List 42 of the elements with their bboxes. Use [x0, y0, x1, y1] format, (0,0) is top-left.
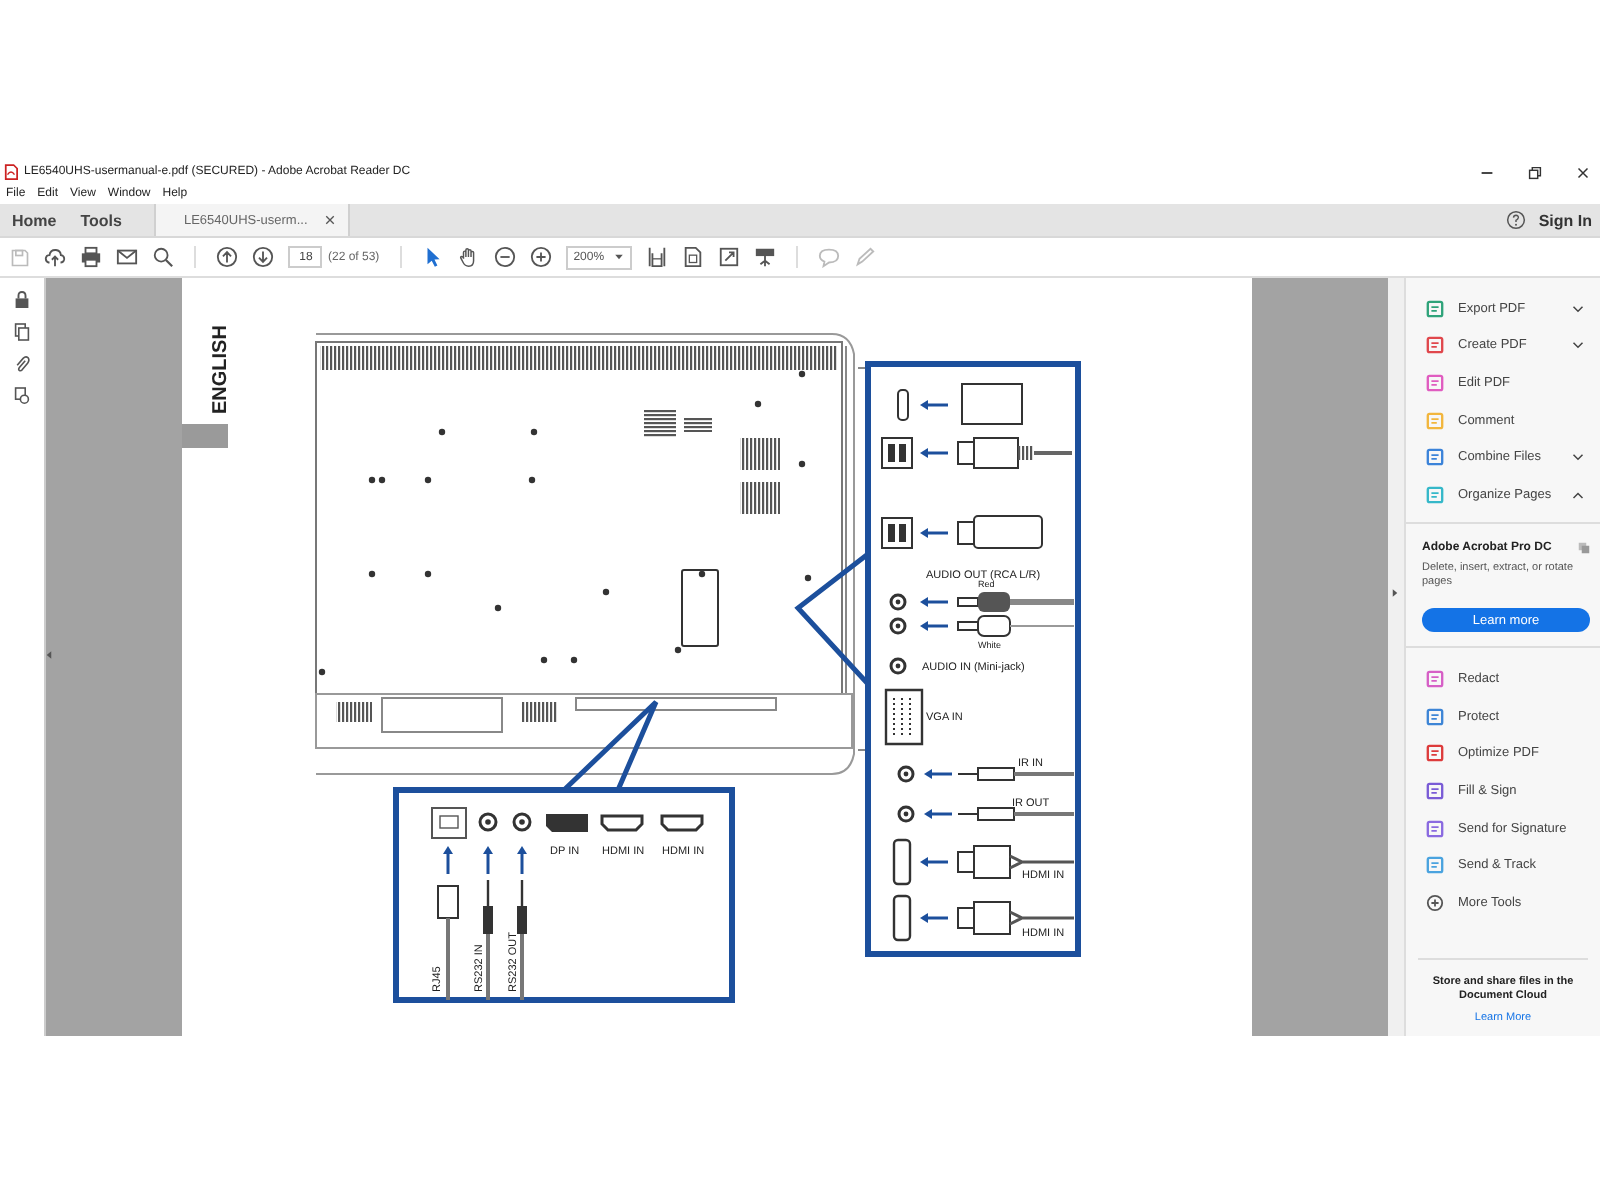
paperclip-icon[interactable]	[14, 354, 30, 374]
cloud-upload-icon[interactable]	[44, 246, 66, 268]
next-page-icon[interactable]	[252, 246, 274, 268]
close-icon[interactable]	[1574, 163, 1592, 181]
collapse-arrow-icon[interactable]	[1392, 588, 1398, 598]
close-icon[interactable]	[323, 214, 336, 226]
tab[interactable]: Tools	[68, 204, 134, 236]
presentation-icon[interactable]	[754, 246, 777, 268]
previous-page-icon[interactable]	[216, 246, 238, 268]
callout-connector	[794, 552, 870, 686]
zoom-out-icon[interactable]	[493, 246, 516, 268]
collapse-arrow-icon[interactable]	[46, 650, 52, 660]
chevron-icon[interactable]	[1572, 489, 1584, 500]
sd-card-connection-drawing	[897, 383, 1023, 425]
hand-icon[interactable]	[457, 246, 480, 268]
layers-icon[interactable]	[14, 386, 30, 406]
hdmi-port-icon	[600, 814, 644, 832]
fit-page-icon[interactable]	[682, 246, 705, 268]
chevron-icon[interactable]	[1572, 340, 1584, 351]
help-icon[interactable]	[1506, 210, 1527, 230]
mail-icon[interactable]	[116, 246, 138, 268]
language-tab-label: ENGLISH	[210, 325, 232, 414]
search-icon[interactable]	[152, 246, 174, 268]
displayport-icon	[546, 814, 588, 832]
restore-icon[interactable]	[1526, 163, 1544, 181]
chevron-icon[interactable]	[1572, 303, 1584, 314]
print-icon[interactable]	[80, 246, 102, 268]
caret-icon	[614, 254, 625, 260]
lock-icon[interactable]	[14, 290, 30, 310]
callout-connector	[562, 699, 659, 792]
copy-icon[interactable]	[1578, 541, 1590, 554]
audio-jack-icon	[889, 657, 907, 675]
vga-port-icon	[884, 688, 924, 746]
pages-icon[interactable]	[14, 322, 30, 342]
hdmi-port-icon	[660, 814, 704, 832]
tab[interactable]: Home	[0, 204, 69, 236]
fit-width-icon[interactable]	[646, 246, 669, 268]
zoom-in-icon[interactable]	[529, 246, 552, 268]
sign-in-link[interactable]: Sign In	[1538, 211, 1592, 229]
full-screen-icon[interactable]	[718, 246, 741, 268]
language-tab-marker	[182, 424, 228, 448]
chevron-icon[interactable]	[1572, 452, 1584, 463]
